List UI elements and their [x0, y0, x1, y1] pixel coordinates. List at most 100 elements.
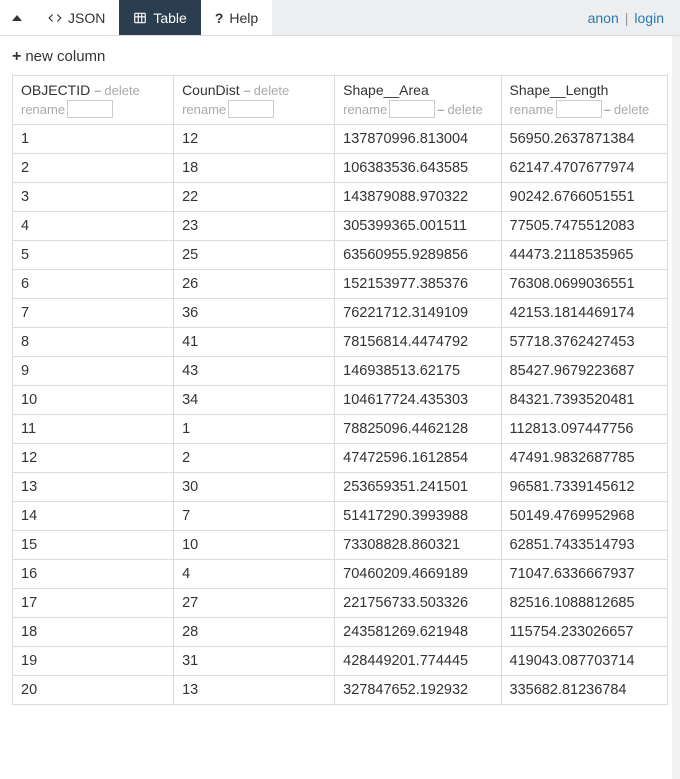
- table-cell[interactable]: 243581269.621948: [335, 618, 501, 647]
- table-cell[interactable]: 1: [174, 415, 335, 444]
- table-cell[interactable]: 17: [13, 589, 174, 618]
- table-cell[interactable]: 25: [174, 241, 335, 270]
- table-cell[interactable]: 26: [174, 270, 335, 299]
- table-cell[interactable]: 137870996.813004: [335, 125, 501, 154]
- table-cell[interactable]: 47491.9832687785: [501, 444, 667, 473]
- table-cell[interactable]: 62147.4707677974: [501, 154, 667, 183]
- table-cell[interactable]: 27: [174, 589, 335, 618]
- auth-anon-link[interactable]: anon: [588, 10, 619, 26]
- table-cell[interactable]: 335682.81236784: [501, 676, 667, 705]
- auth-login-link[interactable]: login: [634, 10, 664, 26]
- table-cell[interactable]: 12: [174, 125, 335, 154]
- table-cell[interactable]: 22: [174, 183, 335, 212]
- table-cell[interactable]: 2: [13, 154, 174, 183]
- table-cell[interactable]: 41: [174, 328, 335, 357]
- col-rename-button[interactable]: rename: [510, 102, 554, 117]
- table-cell[interactable]: 76221712.3149109: [335, 299, 501, 328]
- table-cell[interactable]: 13: [13, 473, 174, 502]
- table-cell[interactable]: 44473.2118535965: [501, 241, 667, 270]
- table-cell[interactable]: 31: [174, 647, 335, 676]
- tab-collapse[interactable]: [0, 0, 34, 35]
- tab-help[interactable]: ? Help: [201, 0, 272, 35]
- table-cell[interactable]: 104617724.435303: [335, 386, 501, 415]
- col-delete-button[interactable]: delete: [604, 102, 650, 117]
- col-rename-input[interactable]: [389, 100, 435, 118]
- table-cell[interactable]: 76308.0699036551: [501, 270, 667, 299]
- table-cell[interactable]: 85427.9679223687: [501, 357, 667, 386]
- table-cell[interactable]: 70460209.4669189: [335, 560, 501, 589]
- table-cell[interactable]: 9: [13, 357, 174, 386]
- table-cell[interactable]: 2: [174, 444, 335, 473]
- table-cell[interactable]: 43: [174, 357, 335, 386]
- col-rename-button[interactable]: rename: [21, 102, 65, 117]
- table-cell[interactable]: 419043.087703714: [501, 647, 667, 676]
- col-delete-button[interactable]: delete: [94, 83, 140, 98]
- table-cell[interactable]: 77505.7475512083: [501, 212, 667, 241]
- col-rename-button[interactable]: rename: [343, 102, 387, 117]
- table-cell[interactable]: 96581.7339145612: [501, 473, 667, 502]
- table-cell[interactable]: 221756733.503326: [335, 589, 501, 618]
- table-cell[interactable]: 42153.1814469174: [501, 299, 667, 328]
- new-column-button[interactable]: + new column: [12, 44, 107, 75]
- table-cell[interactable]: 47472596.1612854: [335, 444, 501, 473]
- table-cell[interactable]: 143879088.970322: [335, 183, 501, 212]
- table-cell[interactable]: 23: [174, 212, 335, 241]
- table-cell[interactable]: 36: [174, 299, 335, 328]
- table-cell[interactable]: 112813.097447756: [501, 415, 667, 444]
- col-rename-button[interactable]: rename: [182, 102, 226, 117]
- table-cell[interactable]: 18: [13, 618, 174, 647]
- table-cell[interactable]: 73308828.860321: [335, 531, 501, 560]
- table-cell[interactable]: 106383536.643585: [335, 154, 501, 183]
- scrollbar[interactable]: [672, 36, 680, 779]
- table-cell[interactable]: 3: [13, 183, 174, 212]
- table-cell[interactable]: 11: [13, 415, 174, 444]
- col-delete-button[interactable]: delete: [437, 102, 483, 117]
- col-rename-input[interactable]: [67, 100, 113, 118]
- table-cell[interactable]: 90242.6766051551: [501, 183, 667, 212]
- table-cell[interactable]: 71047.6336667937: [501, 560, 667, 589]
- table-cell[interactable]: 78825096.4462128: [335, 415, 501, 444]
- table-cell[interactable]: 10: [174, 531, 335, 560]
- table-cell[interactable]: 56950.2637871384: [501, 125, 667, 154]
- table-cell[interactable]: 115754.233026657: [501, 618, 667, 647]
- table-cell[interactable]: 327847652.192932: [335, 676, 501, 705]
- table-cell[interactable]: 50149.4769952968: [501, 502, 667, 531]
- table-cell[interactable]: 10: [13, 386, 174, 415]
- table-cell[interactable]: 30: [174, 473, 335, 502]
- table-cell[interactable]: 428449201.774445: [335, 647, 501, 676]
- table-cell[interactable]: 7: [13, 299, 174, 328]
- table-cell[interactable]: 1: [13, 125, 174, 154]
- table-cell[interactable]: 16: [13, 560, 174, 589]
- tab-table[interactable]: Table: [119, 0, 200, 35]
- table-cell[interactable]: 20: [13, 676, 174, 705]
- table-cell[interactable]: 4: [13, 212, 174, 241]
- table-cell[interactable]: 305399365.001511: [335, 212, 501, 241]
- tab-json[interactable]: JSON: [34, 0, 119, 35]
- table-cell[interactable]: 12: [13, 444, 174, 473]
- table-cell[interactable]: 62851.7433514793: [501, 531, 667, 560]
- col-rename-input[interactable]: [228, 100, 274, 118]
- table-cell[interactable]: 13: [174, 676, 335, 705]
- table-cell[interactable]: 146938513.62175: [335, 357, 501, 386]
- table-cell[interactable]: 57718.3762427453: [501, 328, 667, 357]
- table-cell[interactable]: 15: [13, 531, 174, 560]
- table-cell[interactable]: 78156814.4474792: [335, 328, 501, 357]
- col-rename-input[interactable]: [556, 100, 602, 118]
- table-cell[interactable]: 82516.1088812685: [501, 589, 667, 618]
- table-cell[interactable]: 5: [13, 241, 174, 270]
- table-cell[interactable]: 84321.7393520481: [501, 386, 667, 415]
- table-cell[interactable]: 63560955.9289856: [335, 241, 501, 270]
- table-cell[interactable]: 19: [13, 647, 174, 676]
- table-cell[interactable]: 7: [174, 502, 335, 531]
- table-cell[interactable]: 4: [174, 560, 335, 589]
- table-cell[interactable]: 51417290.3993988: [335, 502, 501, 531]
- table-cell[interactable]: 253659351.241501: [335, 473, 501, 502]
- table-cell[interactable]: 8: [13, 328, 174, 357]
- table-cell[interactable]: 18: [174, 154, 335, 183]
- table-cell[interactable]: 152153977.385376: [335, 270, 501, 299]
- table-cell[interactable]: 28: [174, 618, 335, 647]
- col-delete-button[interactable]: delete: [244, 83, 290, 98]
- table-cell[interactable]: 14: [13, 502, 174, 531]
- table-cell[interactable]: 6: [13, 270, 174, 299]
- table-cell[interactable]: 34: [174, 386, 335, 415]
